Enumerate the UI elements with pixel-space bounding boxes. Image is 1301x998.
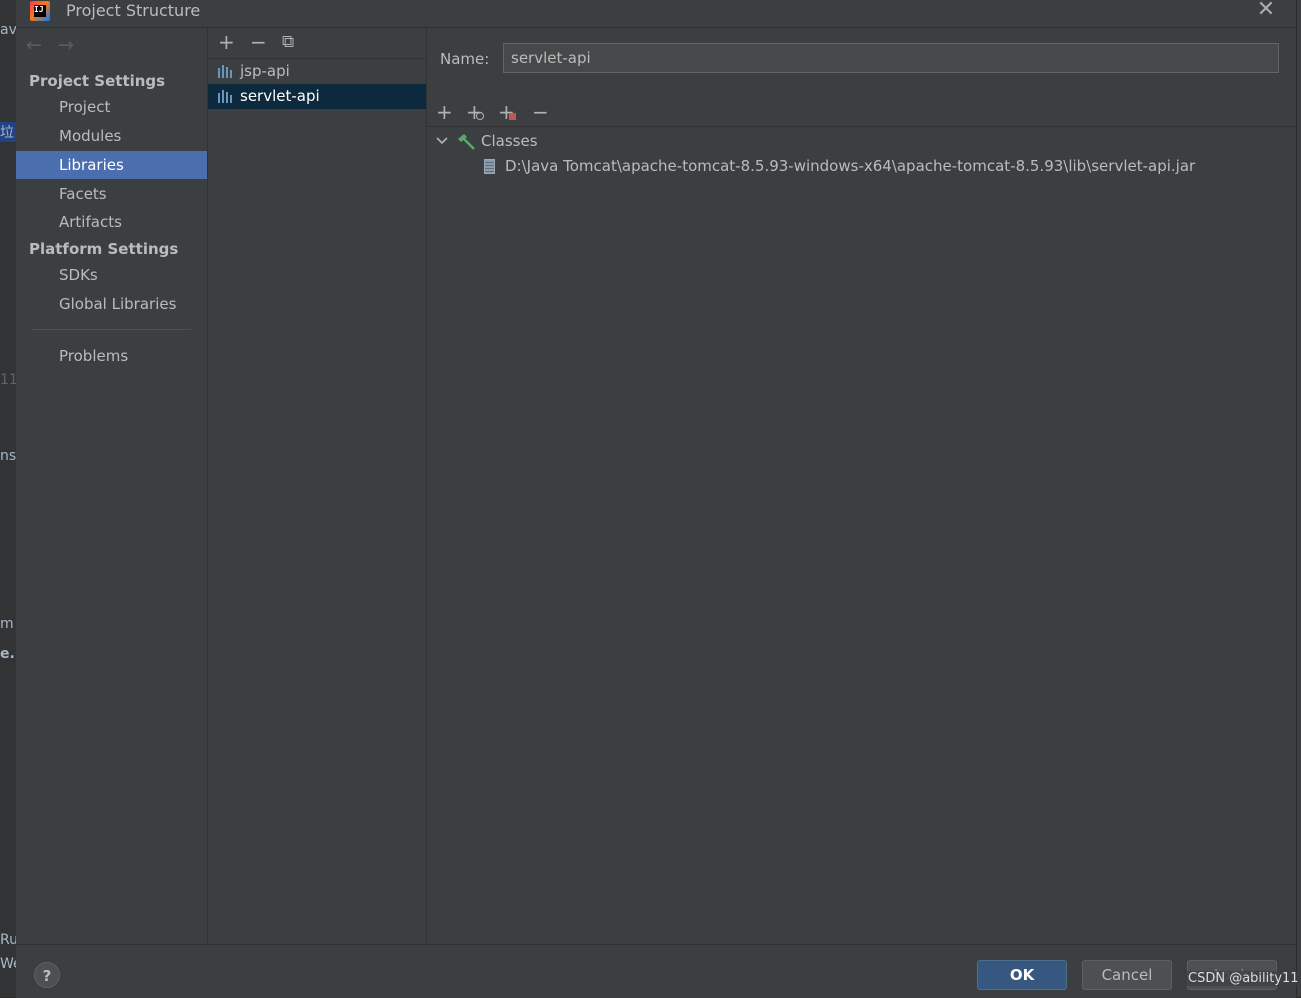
project-settings-header: Project Settings (29, 72, 166, 90)
background-text: Rur (0, 932, 16, 948)
close-icon[interactable]: ✕ (1256, 0, 1276, 22)
sidebar-divider (31, 329, 191, 330)
library-icon (218, 65, 234, 78)
classes-toolbar: + + + − (427, 100, 1296, 127)
chevron-down-icon[interactable] (436, 129, 448, 161)
jar-path: D:\Java Tomcat\apache-tomcat-8.5.93-wind… (505, 157, 1196, 175)
library-label: servlet-api (240, 87, 320, 105)
libraries-toolbar: + − ⧉ (208, 28, 426, 59)
app-icon-text: IJ (34, 5, 46, 17)
libraries-list-panel: + − ⧉ jsp-api servlet-api (208, 28, 427, 944)
add-library-icon[interactable]: + (218, 32, 235, 52)
library-detail-panel: Name: servlet-api + + + − Classes D:\Jav… (427, 28, 1296, 944)
remove-library-icon[interactable]: − (250, 32, 267, 52)
library-name-field[interactable]: servlet-api (503, 43, 1279, 73)
sidebar-item-problems[interactable]: Problems (16, 342, 207, 370)
platform-settings-header: Platform Settings (29, 240, 179, 258)
sidebar-item-modules[interactable]: Modules (16, 122, 207, 150)
tree-node-classes[interactable]: Classes (436, 129, 636, 153)
jar-icon (484, 159, 495, 174)
settings-sidebar: ← → Project Settings Project Modules Lib… (16, 28, 208, 944)
project-structure-dialog: IJ Project Structure ✕ ← → Project Setti… (16, 0, 1296, 998)
background-text: 垃 (0, 122, 16, 142)
add-sources-icon[interactable]: + (466, 102, 484, 122)
background-text: avi (0, 22, 16, 38)
list-item-servlet-api[interactable]: servlet-api (208, 84, 426, 109)
hammer-icon (458, 133, 476, 150)
intellij-icon: IJ (30, 1, 50, 21)
background-text: nso (0, 448, 16, 464)
sidebar-item-project[interactable]: Project (16, 93, 207, 121)
name-label: Name: (440, 50, 490, 68)
background-ide-strip: avi 垃 11 nso m e.n Rur We (0, 0, 16, 997)
background-text: e.n (0, 646, 16, 662)
forward-arrow-icon[interactable]: → (58, 34, 74, 56)
classes-label: Classes (481, 132, 538, 150)
library-label: jsp-api (240, 62, 290, 80)
add-native-icon[interactable]: + (498, 100, 516, 124)
background-right-strip (1296, 0, 1301, 997)
add-native-plus: + (498, 100, 515, 124)
back-arrow-icon[interactable]: ← (26, 34, 42, 56)
copy-library-icon[interactable]: ⧉ (282, 32, 294, 52)
add-icon[interactable]: + (436, 102, 453, 122)
title-bar: IJ Project Structure ✕ (16, 0, 1296, 28)
tree-node-jar[interactable]: D:\Java Tomcat\apache-tomcat-8.5.93-wind… (484, 154, 1284, 178)
ok-button[interactable]: OK (977, 960, 1067, 990)
window-title: Project Structure (66, 1, 201, 20)
cancel-button[interactable]: Cancel (1082, 960, 1172, 990)
library-icon (218, 90, 234, 103)
list-item-jsp-api[interactable]: jsp-api (208, 59, 426, 84)
remove-icon[interactable]: − (532, 102, 549, 122)
native-badge-icon (509, 113, 516, 120)
background-text: 11 (0, 372, 16, 388)
dialog-footer: ? OK Cancel Apply (16, 944, 1296, 998)
help-button[interactable]: ? (34, 962, 60, 988)
sidebar-item-sdks[interactable]: SDKs (16, 261, 207, 289)
background-text: m (0, 616, 14, 632)
watermark: CSDN @ability11 (1186, 971, 1301, 986)
sidebar-item-libraries[interactable]: Libraries (16, 151, 207, 179)
sidebar-item-global-libraries[interactable]: Global Libraries (16, 290, 207, 318)
globe-badge-icon (476, 112, 484, 120)
sidebar-item-artifacts[interactable]: Artifacts (16, 208, 207, 236)
background-text: We (0, 956, 16, 972)
sidebar-item-facets[interactable]: Facets (16, 180, 207, 208)
